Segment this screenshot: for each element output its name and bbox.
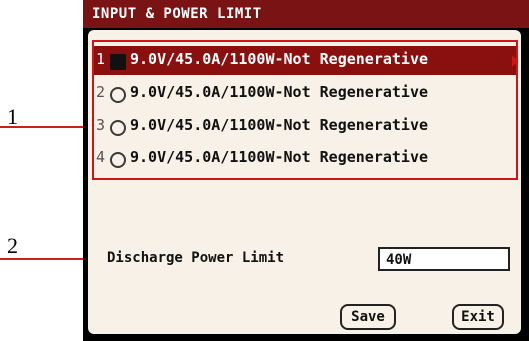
profile-row-4[interactable]: 4 9.0V/45.0A/1100W-Not Regenerative [94, 144, 516, 173]
discharge-power-limit-label: Discharge Power Limit [107, 250, 285, 266]
profile-index: 3 [96, 116, 106, 134]
profile-label: 9.0V/45.0A/1100W-Not Regenerative [130, 148, 429, 166]
radio-icon[interactable] [110, 87, 126, 103]
radio-icon[interactable] [110, 152, 126, 168]
profile-row-1[interactable]: 1 9.0V/45.0A/1100W-Not Regenerative [94, 46, 518, 75]
profile-row-3[interactable]: 3 9.0V/45.0A/1100W-Not Regenerative [94, 112, 516, 141]
profile-index: 1 [96, 50, 106, 68]
profile-list: 1 9.0V/45.0A/1100W-Not Regenerative 2 9.… [92, 40, 518, 180]
profile-label: 9.0V/45.0A/1100W-Not Regenerative [130, 83, 429, 101]
discharge-power-limit-value: 40W [386, 252, 412, 268]
device-screen: INPUT & POWER LIMIT 1 9.0V/45.0A/1100W-N… [83, 0, 529, 341]
profile-index: 4 [96, 148, 106, 166]
radio-selected-icon[interactable] [110, 54, 126, 70]
callout-line-1 [0, 126, 95, 128]
profile-index: 2 [96, 83, 106, 101]
title-bar: INPUT & POWER LIMIT [83, 0, 529, 28]
exit-button[interactable]: Exit [452, 304, 504, 330]
radio-icon[interactable] [110, 120, 126, 136]
discharge-power-limit-field[interactable]: 40W [378, 247, 510, 271]
selection-arrow-icon [512, 55, 518, 67]
callout-number-2: 2 [7, 233, 18, 258]
profile-row-2[interactable]: 2 9.0V/45.0A/1100W-Not Regenerative [94, 79, 516, 108]
profile-label: 9.0V/45.0A/1100W-Not Regenerative [130, 116, 429, 134]
window-title: INPUT & POWER LIMIT [92, 6, 262, 22]
save-button[interactable]: Save [340, 304, 396, 330]
profile-label: 9.0V/45.0A/1100W-Not Regenerative [130, 50, 429, 68]
